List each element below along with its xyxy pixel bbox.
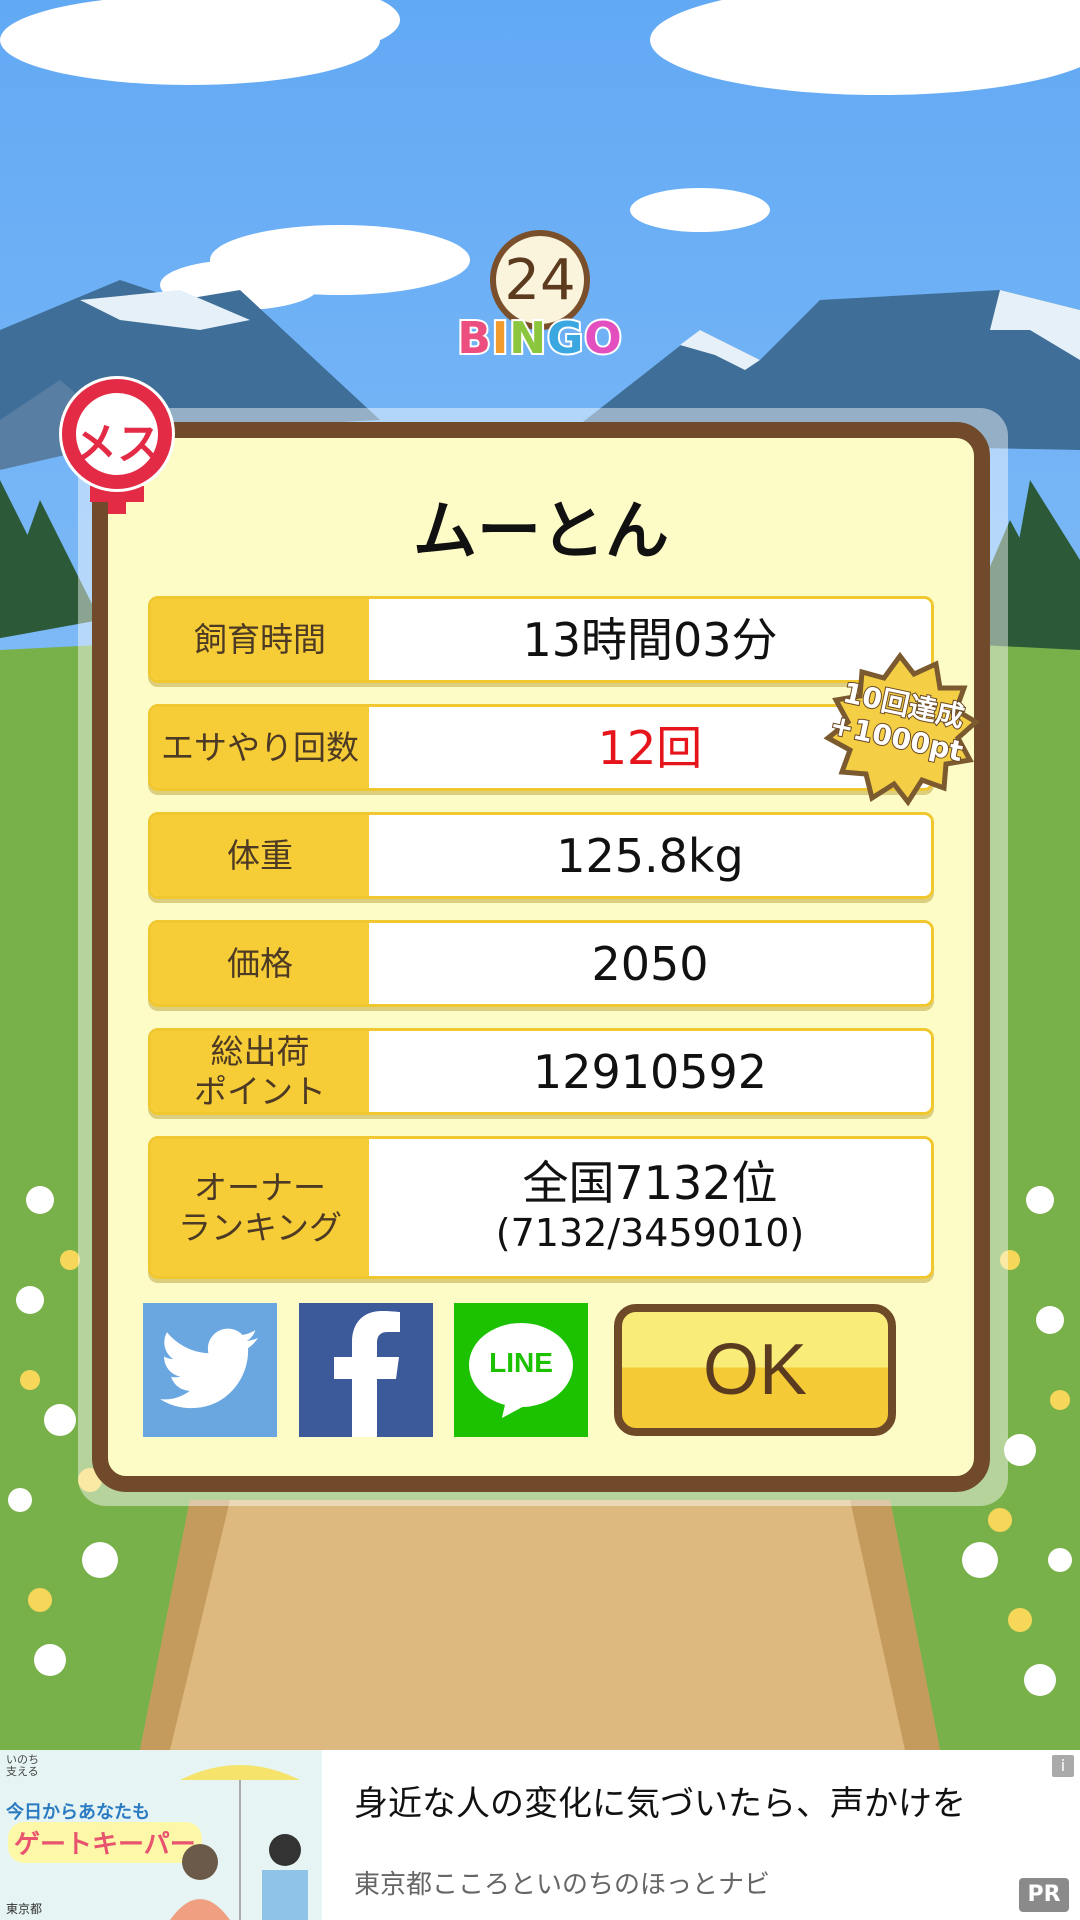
gender-badge: メス xyxy=(52,372,182,522)
bingo-letter: O xyxy=(582,311,623,366)
ranking-value: 全国7132位 xyxy=(522,1155,778,1210)
twitter-share-button[interactable] xyxy=(143,1303,277,1437)
bingo-letter: B xyxy=(455,311,493,366)
stat-row-owner-ranking: オーナー ランキング 全国7132位 (7132/3459010) xyxy=(148,1136,934,1279)
twitter-bird-icon xyxy=(160,1328,258,1409)
stat-row-weight: 体重 125.8kg xyxy=(148,812,934,899)
stat-label: 飼育時間 xyxy=(151,599,369,680)
ad-banner[interactable]: いのち 支える 今日からあなたも ゲートキーパー 東京都 身近な人の変化に気づい… xyxy=(0,1750,1080,1920)
stat-label: エサやり回数 xyxy=(151,707,369,788)
bingo-badge[interactable]: 24 BINGO xyxy=(455,225,625,390)
bingo-wordmark: BINGO xyxy=(455,311,625,366)
stat-label: 総出荷 ポイント xyxy=(151,1031,369,1112)
stat-row-shipping-points: 総出荷 ポイント 12910592 xyxy=(148,1028,934,1115)
stats-table: 飼育時間 13時間03分 エサやり回数 12回 体重 125.8kg 価格 20… xyxy=(148,596,934,1300)
gender-label: メス xyxy=(73,419,161,470)
stat-value: 12910592 xyxy=(369,1031,931,1112)
stat-label: オーナー ランキング xyxy=(151,1139,369,1276)
stat-row-price: 価格 2050 xyxy=(148,920,934,1007)
ranking-detail: (7132/3459010) xyxy=(495,1210,805,1255)
stat-row-raising-time: 飼育時間 13時間03分 xyxy=(148,596,934,683)
ok-button[interactable]: OK xyxy=(614,1304,896,1436)
ad-image-footer: 東京都 xyxy=(6,1902,43,1916)
stat-label: 体重 xyxy=(151,815,369,896)
bingo-letter: I xyxy=(490,311,510,366)
stat-value-group: 全国7132位 (7132/3459010) xyxy=(369,1139,931,1276)
bingo-letter: N xyxy=(507,311,548,366)
stat-value: 125.8kg xyxy=(369,815,931,896)
bingo-letter: G xyxy=(545,311,585,366)
ad-pr-badge: PR xyxy=(1019,1878,1069,1912)
ad-subtitle: 東京都こころといのちのほっとナビ xyxy=(354,1870,771,1900)
ad-info-icon[interactable]: i xyxy=(1052,1755,1074,1777)
stat-row-feeding-count: エサやり回数 12回 xyxy=(148,704,934,791)
facebook-f-icon xyxy=(334,1311,400,1437)
ad-people-illustration xyxy=(170,1765,308,1920)
stat-value: 2050 xyxy=(369,923,931,1004)
line-label: LINE xyxy=(489,1347,553,1378)
stat-label: 価格 xyxy=(151,923,369,1004)
line-share-button[interactable]: LINE xyxy=(454,1303,588,1437)
achievement-badge: 10回達成 +1000pt xyxy=(820,651,981,812)
facebook-share-button[interactable] xyxy=(299,1303,433,1437)
ad-title[interactable]: 身近な人の変化に気づいたら、声かけを xyxy=(354,1776,966,1825)
ad-image[interactable]: いのち 支える 今日からあなたも ゲートキーパー 東京都 xyxy=(0,1750,322,1920)
pig-name: ムーとん xyxy=(413,495,669,569)
